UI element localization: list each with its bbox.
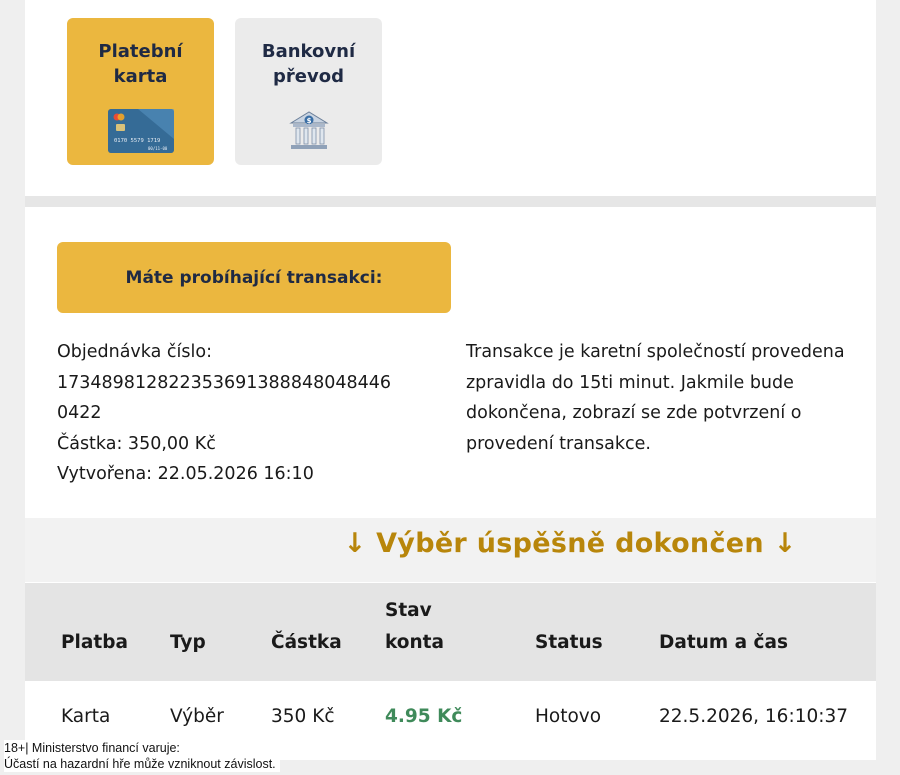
method-bank-label: Bankovní převod — [261, 41, 356, 87]
cell-status: Hotovo — [535, 706, 602, 727]
withdrawal-success-heading: ↓ Výběr úspěšně dokončen ↓ — [343, 528, 797, 559]
cell-platba: Karta — [61, 706, 111, 727]
header-datum: Datum a čas — [659, 632, 788, 653]
gambling-warning: 18+| Ministerstvo financí varuje: Účastí… — [4, 740, 280, 772]
order-created: Vytvořena: 22.05.2026 16:10 — [57, 464, 314, 484]
order-label: Objednávka číslo: — [57, 342, 212, 362]
payment-methods: Platební karta 0170 5579 1719 00/11-00 B… — [67, 18, 382, 165]
cell-typ: Výběr — [170, 706, 224, 727]
method-bank-transfer-button[interactable]: Bankovní převod $ — [235, 18, 382, 165]
cell-stav-konta: 4.95 Kč — [385, 706, 463, 727]
svg-text:$: $ — [306, 117, 311, 125]
header-castka: Částka — [271, 632, 342, 653]
method-card-label: Platební karta — [98, 41, 183, 87]
order-number: 173489812822353691388848048446 0422 — [57, 372, 392, 424]
header-typ: Typ — [170, 632, 206, 653]
header-stav-konta: Stav konta — [385, 600, 445, 653]
credit-card-icon: 0170 5579 1719 00/11-00 — [107, 109, 174, 157]
svg-text:0170 5579 1719: 0170 5579 1719 — [114, 138, 160, 144]
order-amount: Částka: 350,00 Kč — [57, 433, 216, 454]
section-divider — [25, 196, 876, 207]
bank-icon: $ — [287, 109, 331, 157]
pending-transaction-banner: Máte probíhající transakci: — [57, 242, 451, 313]
svg-text:00/11-00: 00/11-00 — [148, 146, 168, 151]
transaction-note: Transakce je karetní společností provede… — [466, 342, 845, 454]
header-status: Status — [535, 632, 603, 653]
cell-castka: 350 Kč — [271, 706, 335, 727]
payment-page: Platební karta 0170 5579 1719 00/11-00 B… — [25, 0, 876, 760]
transactions-table-header: Platba Typ Částka Stav konta Status Datu… — [25, 583, 876, 681]
header-platba: Platba — [61, 632, 128, 653]
cell-datum: 22.5.2026, 16:10:37 — [659, 706, 849, 727]
method-card-button[interactable]: Platební karta 0170 5579 1719 00/11-00 — [67, 18, 214, 165]
order-info: Objednávka číslo: 1734898128223536913888… — [57, 337, 447, 490]
